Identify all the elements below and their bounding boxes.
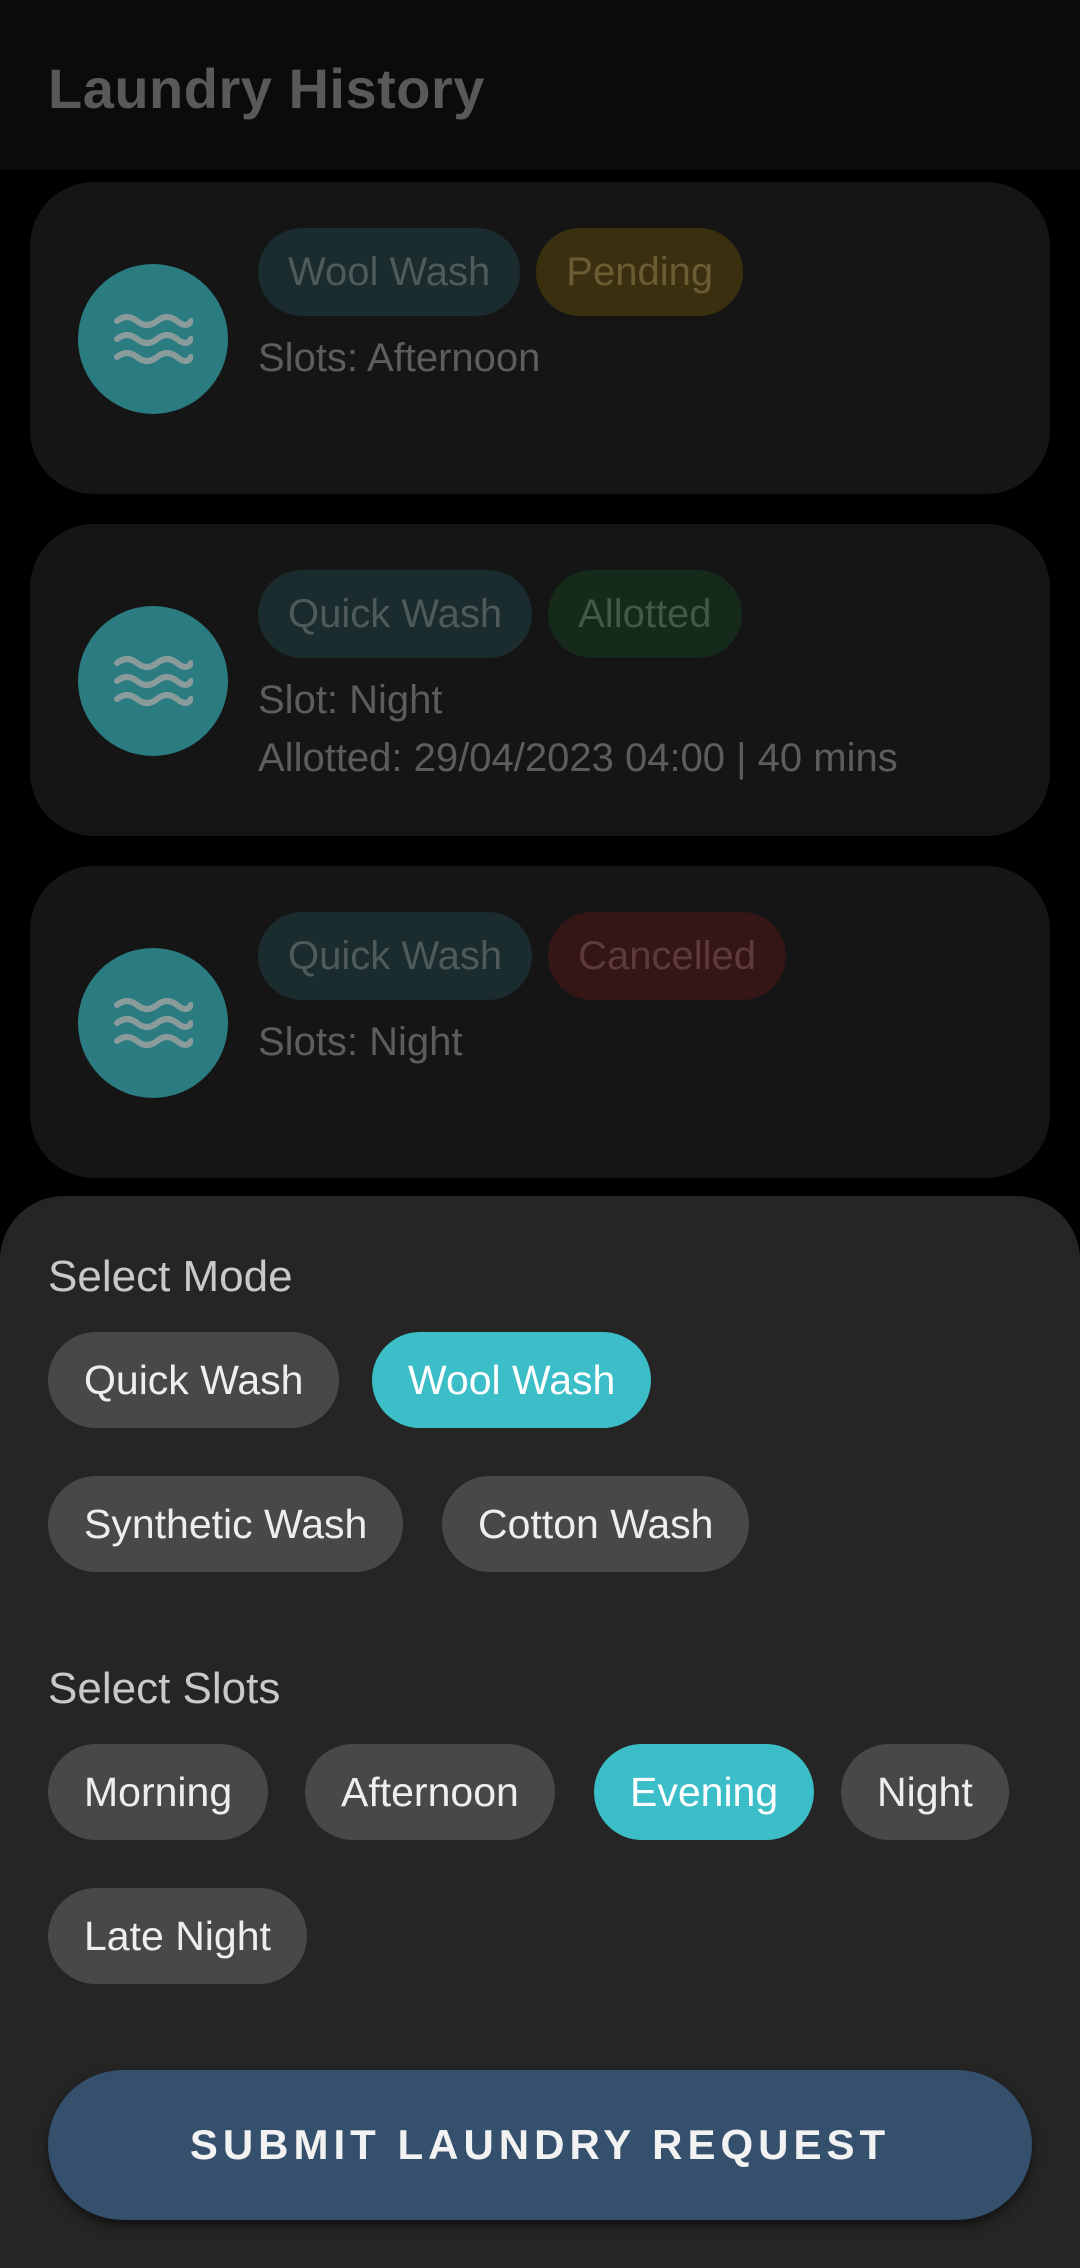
slots-text: Slots: Afternoon: [258, 336, 541, 380]
waves-icon: [78, 948, 228, 1098]
page-title: Laundry History: [48, 57, 485, 120]
status-badge: Allotted: [548, 570, 742, 658]
slot-chip-evening[interactable]: Evening: [594, 1744, 815, 1840]
history-card[interactable]: Quick Wash Cancelled Slots: Night: [30, 866, 1050, 1178]
mode-chip-cotton-wash[interactable]: Cotton Wash: [442, 1476, 750, 1572]
mode-chip-wool-wash[interactable]: Wool Wash: [372, 1332, 652, 1428]
slot-chip-late-night[interactable]: Late Night: [48, 1888, 307, 1984]
history-card[interactable]: Wool Wash Pending Slots: Afternoon: [30, 182, 1050, 494]
allotted-text: Allotted: 29/04/2023 04:00 | 40 mins: [258, 736, 898, 780]
mode-chip-quick-wash[interactable]: Quick Wash: [48, 1332, 340, 1428]
history-list: Wool Wash Pending Slots: Afternoon Quick…: [0, 0, 1080, 1200]
tags-row: Quick Wash Allotted: [258, 570, 742, 658]
request-bottom-sheet: Select Mode Quick Wash Wool Wash Synthet…: [0, 1196, 1080, 2268]
mode-tag: Quick Wash: [258, 912, 533, 1000]
status-badge: Cancelled: [548, 912, 787, 1000]
select-slots-label: Select Slots: [48, 1664, 281, 1713]
waves-icon: [78, 264, 228, 414]
app-bar: Laundry History: [0, 0, 1080, 170]
mode-tag: Wool Wash: [258, 228, 521, 316]
slot-chip-morning[interactable]: Morning: [48, 1744, 269, 1840]
slots-text: Slot: Night: [258, 678, 443, 722]
status-badge: Pending: [536, 228, 744, 316]
waves-icon: [78, 606, 228, 756]
tags-row: Wool Wash Pending: [258, 228, 744, 316]
select-mode-label: Select Mode: [48, 1252, 293, 1301]
slot-chip-afternoon[interactable]: Afternoon: [305, 1744, 555, 1840]
mode-chip-synthetic-wash[interactable]: Synthetic Wash: [48, 1476, 404, 1572]
mode-tag: Quick Wash: [258, 570, 533, 658]
submit-laundry-request-button[interactable]: SUBMIT LAUNDRY REQUEST: [48, 2070, 1032, 2220]
slot-chip-night[interactable]: Night: [841, 1744, 1009, 1840]
screen: Wool Wash Pending Slots: Afternoon Quick…: [0, 0, 1080, 2268]
history-card[interactable]: Quick Wash Allotted Slot: Night Allotted…: [30, 524, 1050, 836]
tags-row: Quick Wash Cancelled: [258, 912, 787, 1000]
slots-text: Slots: Night: [258, 1020, 463, 1064]
